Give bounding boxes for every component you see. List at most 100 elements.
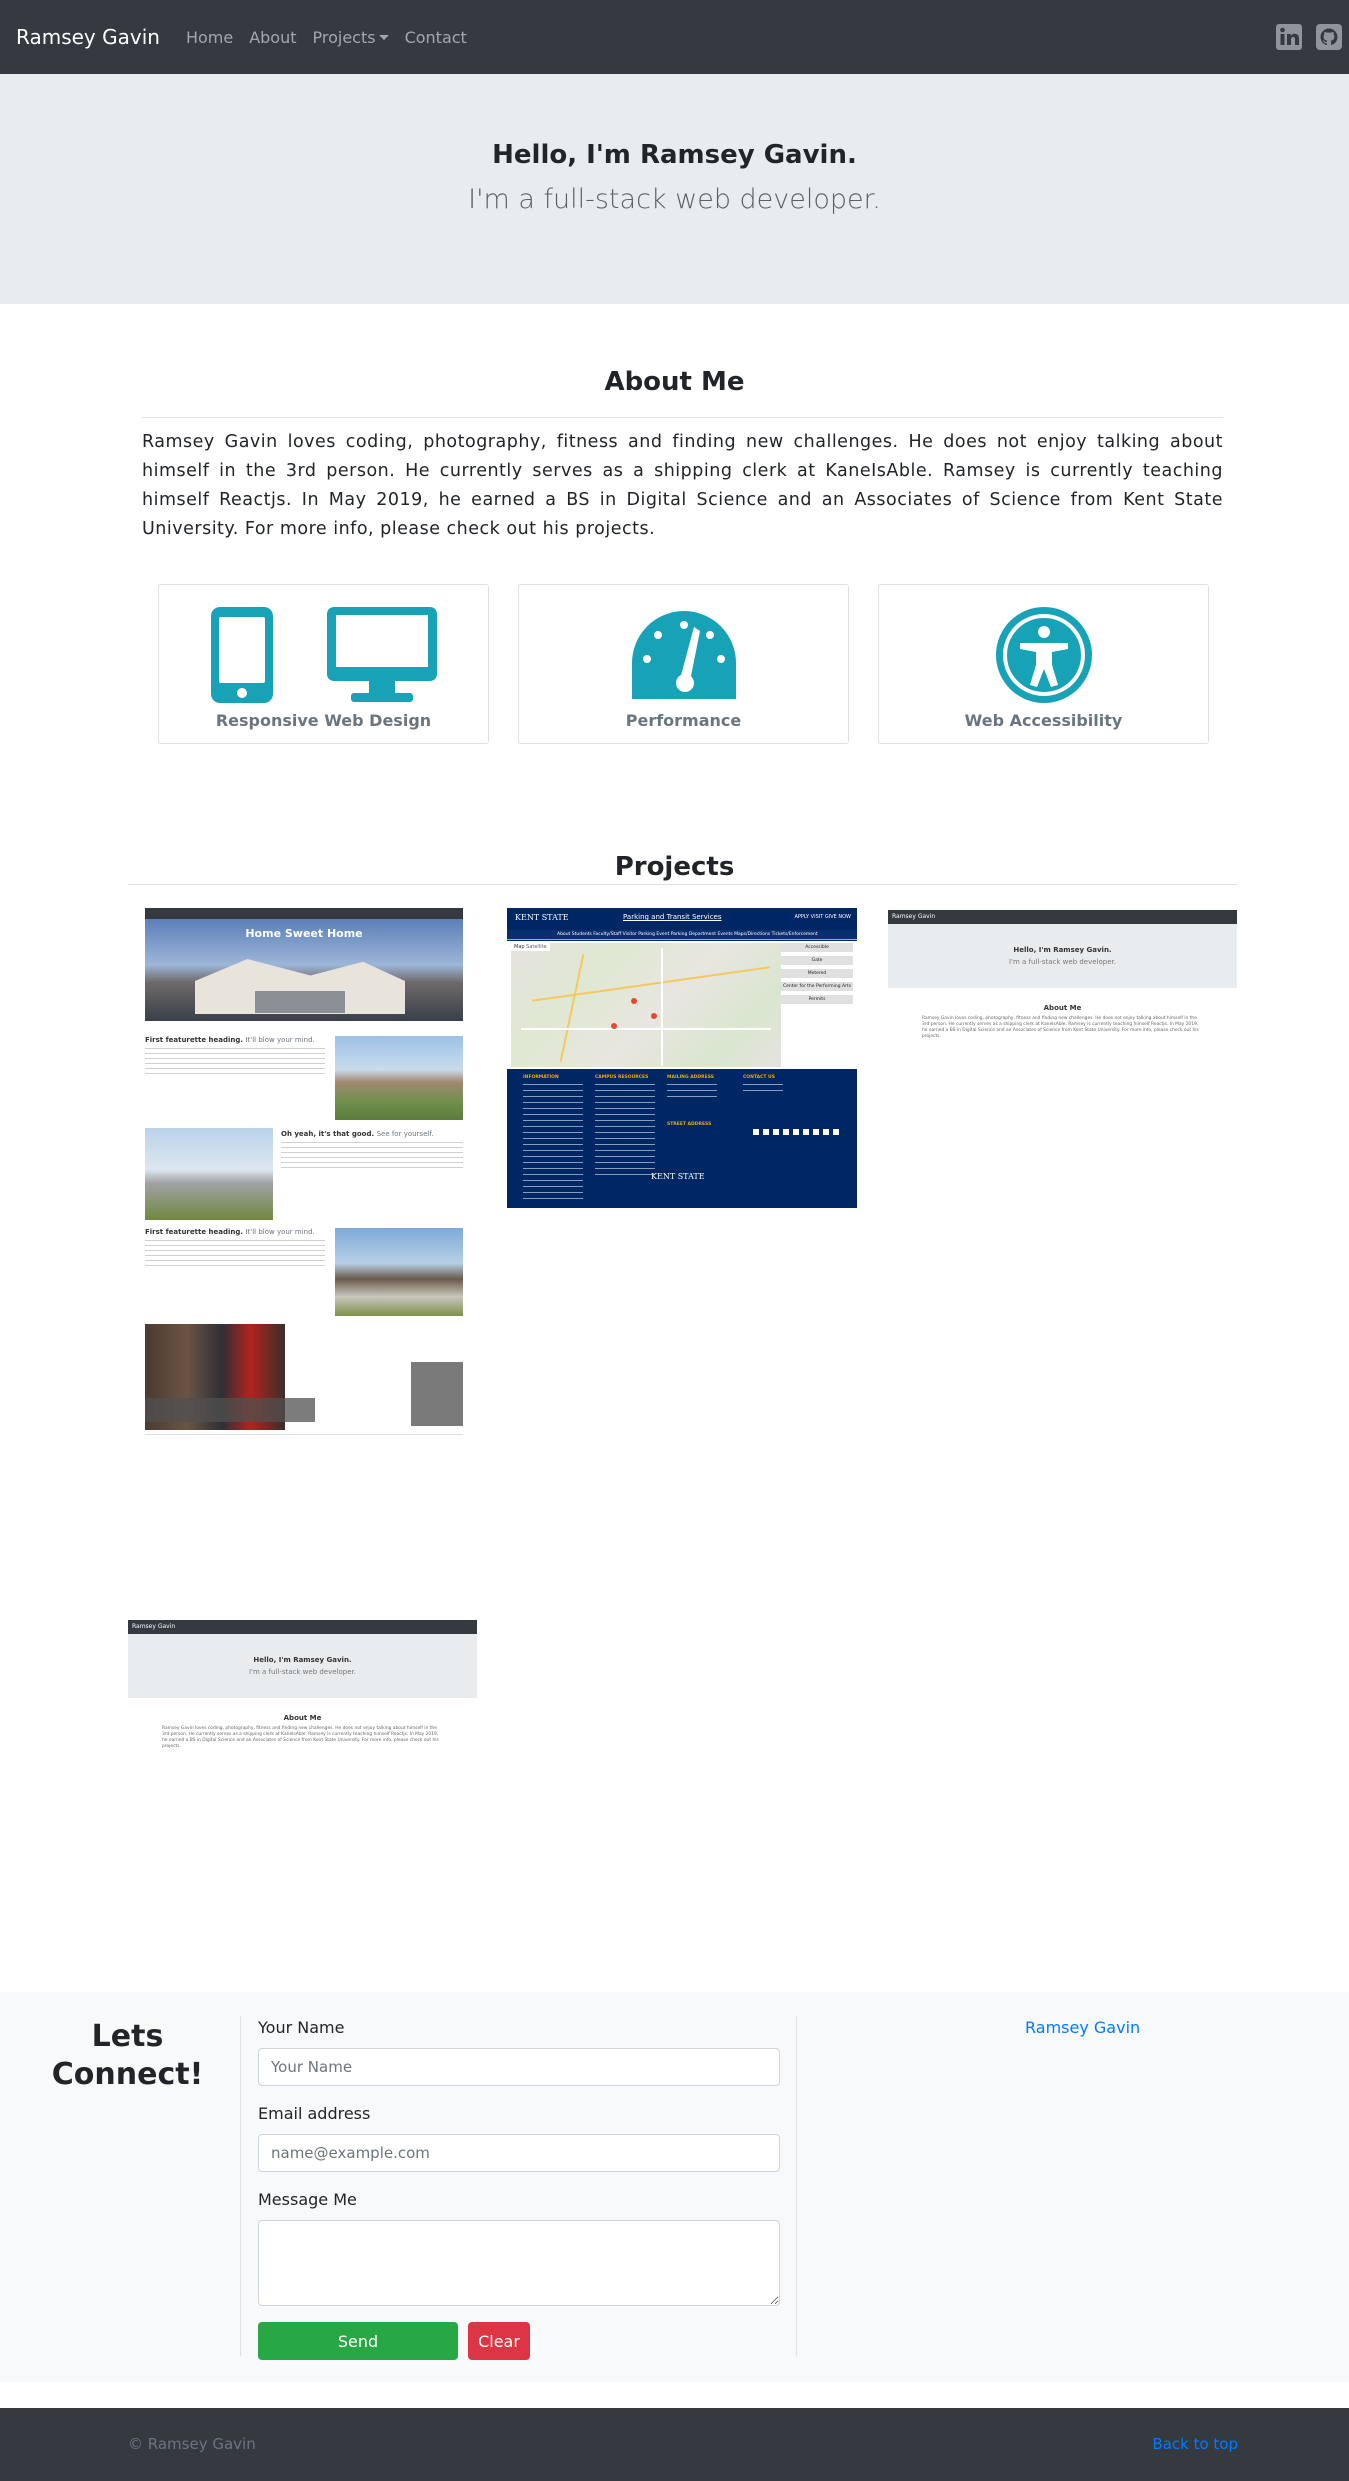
mini-hero-title: Hello, I'm Ramsey Gavin.	[1013, 946, 1112, 954]
github-icon[interactable]	[1315, 23, 1343, 51]
skill-card-accessibility: Web Accessibility	[878, 584, 1209, 744]
projects-title: Projects	[614, 852, 735, 882]
project-portfolio-site[interactable]: Ramsey Gavin Hello, I'm Ramsey Gavin. I'…	[888, 910, 1237, 1060]
about-title: About Me	[604, 367, 745, 397]
name-input[interactable]	[258, 2048, 780, 2086]
nav-link-about[interactable]: About	[249, 28, 296, 47]
mini-jumbotron: Hello, I'm Ramsey Gavin. I'm a full-stac…	[128, 1634, 477, 1698]
contact-divider-left	[240, 2016, 241, 2356]
skill-card-performance: Performance	[518, 584, 849, 744]
desktop-icon	[326, 607, 437, 702]
nav-projects-label: Projects	[312, 27, 376, 47]
mini-brand: Ramsey Gavin	[892, 913, 936, 920]
kent-nav-about: About	[557, 932, 571, 937]
projects-divider	[128, 884, 1238, 885]
skill-label-performance: Performance	[625, 711, 742, 730]
contact-section: Lets Connect! Your Name Email address Me…	[0, 1992, 1349, 2382]
hero-title: Hello, I'm Ramsey Gavin.	[492, 140, 857, 170]
project-portfolio-site-2[interactable]: Ramsey Gavin Hello, I'm Ramsey Gavin. I'…	[128, 1620, 477, 1770]
house-image-1	[335, 1036, 463, 1120]
mini-hero-title: Hello, I'm Ramsey Gavin.	[253, 1656, 352, 1664]
universal-access-icon	[995, 607, 1092, 703]
kent-nav-tickets: Tickets/Enforcement	[771, 932, 818, 937]
featurette-muted-1: It'll blow your mind.	[245, 1036, 315, 1044]
house-hero-title: Home Sweet Home	[245, 927, 363, 940]
social-icons	[1275, 23, 1343, 51]
kent-footer-info: INFORMATION	[523, 1075, 559, 1080]
kent-map: Map Satellite Accessible Gate Metered Ce…	[507, 941, 857, 1069]
kent-map-tab-map: Map	[514, 944, 525, 950]
hero-jumbotron: Hello, I'm Ramsey Gavin. I'm a full-stac…	[0, 74, 1349, 304]
mini-about-text: Ramsey Gavin loves coding, photography, …	[922, 1016, 1199, 1039]
featurette-heading-2: Oh yeah, it's that good.	[281, 1130, 375, 1138]
contact-heading: Lets Connect!	[51, 2019, 204, 2092]
kent-nav-maps: Maps/Directions	[734, 932, 771, 937]
hero-subtitle: I'm a full-stack web developer.	[468, 184, 881, 215]
back-to-top-link[interactable]: Back to top	[1152, 2435, 1238, 2453]
about-divider	[142, 417, 1223, 418]
kent-btn-gate: Gate	[781, 956, 853, 965]
kent-footer-resources: CAMPUS RESOURCES	[595, 1075, 649, 1080]
mini-navbar: Ramsey Gavin	[128, 1620, 477, 1634]
contact-divider-right	[796, 2016, 797, 2356]
kent-btn-permits: Permits	[781, 995, 853, 1004]
kent-nav-faculty: Faculty/Staff	[593, 932, 622, 937]
linkedin-icon[interactable]	[1275, 23, 1303, 51]
chevron-down-icon	[378, 34, 389, 40]
message-textarea[interactable]	[258, 2220, 780, 2306]
nav-link-home[interactable]: Home	[186, 28, 233, 47]
project-home-sweet-home[interactable]: Home Sweet Home First featurette heading…	[145, 908, 463, 1446]
house-hero-image: Home Sweet Home	[145, 919, 463, 1021]
mini-jumbotron: Hello, I'm Ramsey Gavin. I'm a full-stac…	[888, 924, 1237, 988]
mobile-icon	[210, 607, 273, 703]
clear-button[interactable]: Clear	[468, 2322, 530, 2360]
kent-footer-street: STREET ADDRESS	[667, 1122, 712, 1127]
kent-nav-students: Students	[571, 932, 592, 937]
house-image-2	[145, 1128, 273, 1220]
featurette-muted-3: It'll blow your mind.	[245, 1228, 315, 1236]
email-label: Email address	[258, 2104, 371, 2123]
mini-hero-subtitle: I'm a full-stack web developer.	[248, 1668, 356, 1676]
footer: © Ramsey Gavin Back to top	[0, 2408, 1349, 2481]
kent-btn-accessible: Accessible	[781, 943, 853, 952]
kent-btn-metered: Metered	[781, 969, 853, 978]
kent-btn-cpa: Center for the Performing Arts	[781, 982, 853, 991]
send-button[interactable]: Send	[258, 2322, 458, 2360]
navbar-brand[interactable]: Ramsey Gavin	[16, 25, 160, 49]
skill-label-accessibility: Web Accessibility	[964, 711, 1123, 730]
featurette-heading-3: First featurette heading.	[145, 1228, 244, 1236]
footer-copyright: © Ramsey Gavin	[128, 2435, 256, 2453]
mini-about-title: About Me	[283, 1714, 322, 1722]
mini-about-title: About Me	[1043, 1004, 1082, 1012]
kent-footer-contact: CONTACT US	[743, 1075, 775, 1080]
kent-logo: KENT STATE	[515, 913, 569, 922]
project-kent-state-parking[interactable]: KENT STATE Parking and Transit Services …	[507, 908, 857, 1208]
mini-navbar: Ramsey Gavin	[888, 910, 1237, 924]
skill-label-responsive: Responsive Web Design	[215, 711, 432, 730]
kent-nav-visitor: Visitor Parking	[622, 932, 655, 937]
featurette-muted-2: See for yourself.	[376, 1130, 434, 1138]
kent-footer-logo: KENT STATE	[651, 1172, 705, 1181]
kent-nav-dept: Department Events	[688, 932, 733, 937]
kent-header-link: Parking and Transit Services	[623, 913, 722, 921]
tachometer-icon	[631, 611, 736, 699]
mini-hero-subtitle: I'm a full-stack web developer.	[1008, 958, 1116, 966]
nav-dropdown-projects[interactable]: Projects	[313, 28, 389, 47]
contact-side-link[interactable]: Ramsey Gavin	[1025, 2018, 1140, 2037]
navbar: Ramsey Gavin Home About Projects Contact	[0, 0, 1349, 74]
mini-about-text: Ramsey Gavin loves coding, photography, …	[162, 1726, 439, 1749]
skill-card-responsive: Responsive Web Design	[158, 584, 489, 744]
kent-map-tab-satellite: Satellite	[526, 944, 547, 950]
message-label: Message Me	[258, 2190, 357, 2209]
kent-footer-mailing: MAILING ADDRESS	[667, 1075, 714, 1080]
mini-brand: Ramsey Gavin	[132, 1623, 176, 1630]
email-input[interactable]	[258, 2134, 780, 2172]
house-image-3	[335, 1228, 463, 1316]
featurette-heading-1: First featurette heading.	[145, 1036, 244, 1044]
about-text: Ramsey Gavin loves coding, photography, …	[142, 432, 1223, 539]
kent-nav-event: Event Parking	[656, 932, 688, 937]
nav-link-contact[interactable]: Contact	[405, 28, 467, 47]
name-label: Your Name	[258, 2018, 345, 2037]
mini-navbar	[145, 908, 463, 919]
kent-phone: APPLY VISIT GIVE NOW	[794, 914, 851, 920]
